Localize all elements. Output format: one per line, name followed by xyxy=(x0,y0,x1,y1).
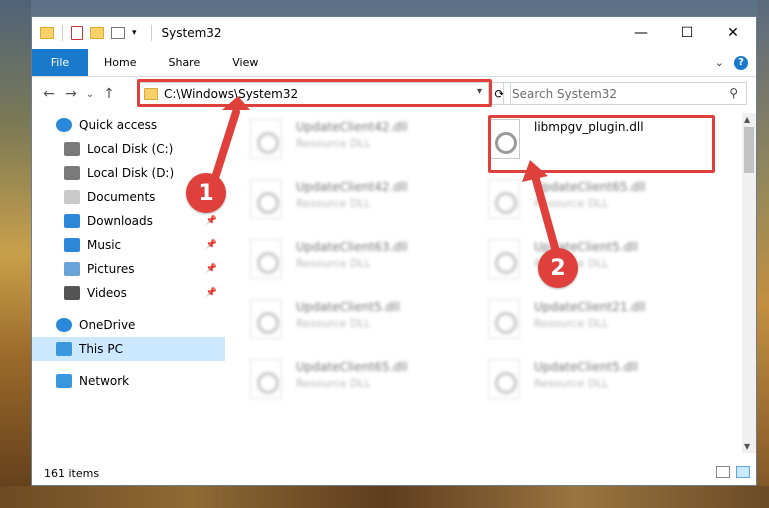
arrow-1-head xyxy=(222,96,250,110)
annotation-arrows xyxy=(212,96,559,252)
step-2-badge: 2 xyxy=(538,248,578,288)
step-1-badge: 1 xyxy=(186,173,226,213)
arrow-1-shaft xyxy=(212,108,240,179)
arrow-2-shaft xyxy=(531,172,559,252)
arrow-2-head xyxy=(522,160,548,182)
